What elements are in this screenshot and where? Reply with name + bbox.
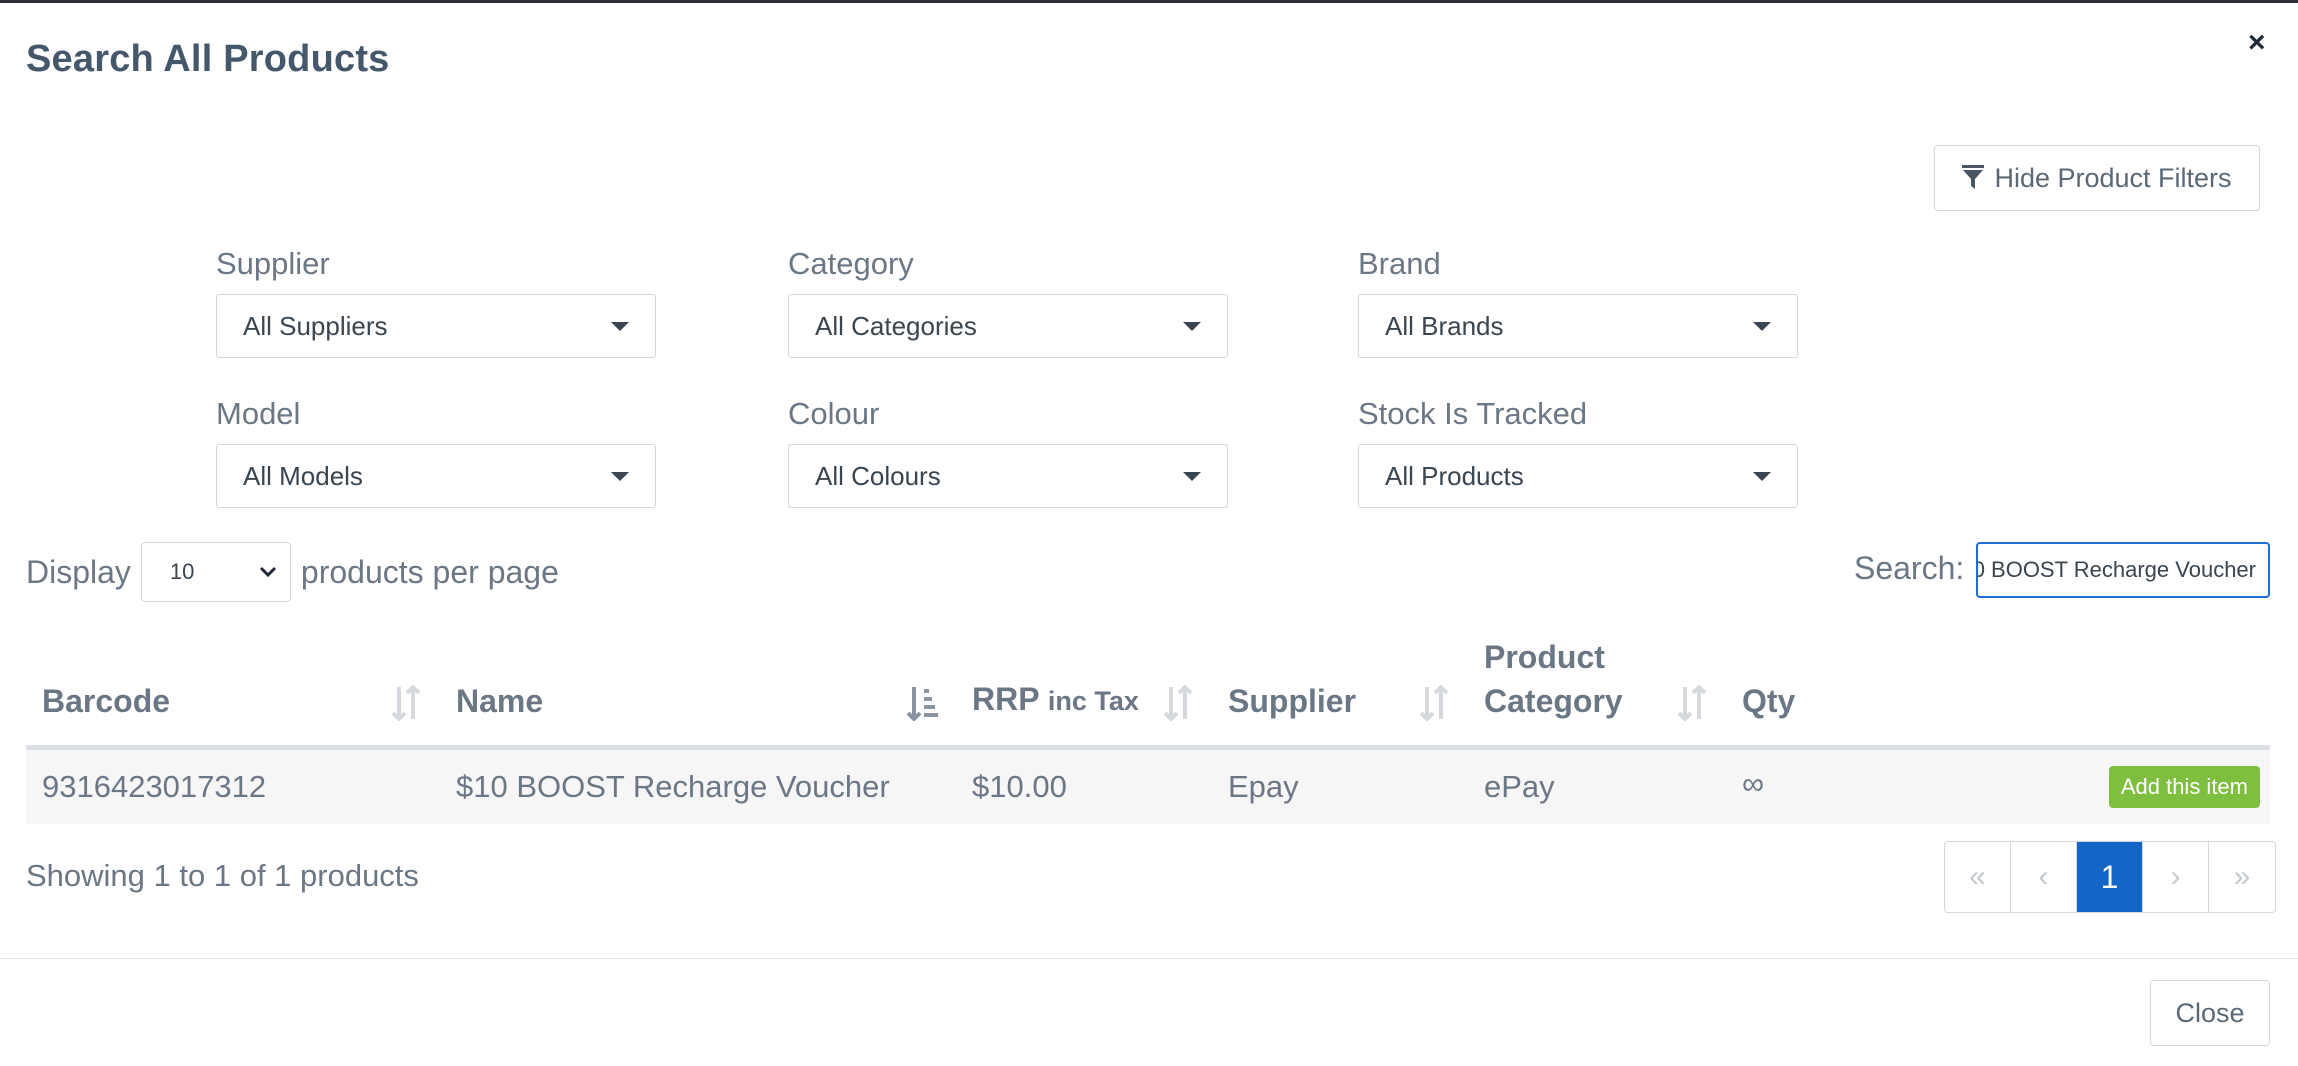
col-barcode[interactable]: Barcode bbox=[26, 635, 440, 750]
category-select[interactable]: All Categories bbox=[788, 294, 1228, 358]
colour-filter: Colour All Colours bbox=[788, 396, 1228, 508]
col-rrp-label: RRP bbox=[972, 681, 1039, 717]
col-category-line1: Product bbox=[1484, 639, 1605, 675]
col-barcode-label: Barcode bbox=[42, 683, 171, 719]
previous-page-button[interactable]: ‹ bbox=[2011, 842, 2077, 912]
category-value: All Categories bbox=[815, 310, 977, 341]
brand-filter: Brand All Brands bbox=[1358, 246, 1798, 358]
cell-category: ePay bbox=[1468, 747, 1726, 824]
search-input-value: $10 BOOST Recharge Voucher bbox=[1976, 557, 2256, 582]
sort-icon bbox=[1163, 685, 1193, 721]
colour-label: Colour bbox=[788, 396, 880, 431]
supplier-label: Supplier bbox=[216, 246, 330, 281]
search-label: Search: bbox=[1854, 550, 1965, 586]
display-prefix: Display bbox=[26, 553, 131, 590]
model-value: All Models bbox=[243, 460, 363, 491]
search-input[interactable]: $10 BOOST Recharge Voucher bbox=[1976, 542, 2270, 598]
stock-tracked-value: All Products bbox=[1385, 460, 1524, 491]
supplier-value: All Suppliers bbox=[243, 310, 388, 341]
model-label: Model bbox=[216, 396, 301, 431]
col-category-line2: Category bbox=[1484, 683, 1623, 719]
col-product-category[interactable]: Product Category bbox=[1468, 635, 1726, 750]
modal-title: Search All Products bbox=[26, 38, 390, 80]
display-suffix: products per page bbox=[300, 553, 559, 590]
col-qty: Qty bbox=[1726, 635, 2270, 750]
filter-icon bbox=[1962, 165, 1985, 189]
current-page-button[interactable]: 1 bbox=[2077, 842, 2143, 912]
table-header-row: Barcode Name RRP inc Tax Supplier Produc… bbox=[26, 635, 2270, 750]
sort-icon bbox=[1419, 685, 1449, 721]
brand-value: All Brands bbox=[1385, 310, 1504, 341]
stock-tracked-label: Stock Is Tracked bbox=[1358, 396, 1588, 431]
caret-down-icon bbox=[1753, 322, 1771, 331]
cell-qty: ∞ Add this item bbox=[1726, 747, 2270, 824]
cell-rrp: $10.00 bbox=[956, 747, 1212, 824]
col-supplier-label: Supplier bbox=[1228, 683, 1357, 719]
next-page-button[interactable]: › bbox=[2143, 842, 2209, 912]
hide-product-filters-label: Hide Product Filters bbox=[1994, 162, 2232, 193]
caret-down-icon bbox=[611, 322, 629, 331]
stock-tracked-select[interactable]: All Products bbox=[1358, 444, 1798, 508]
sort-ascending-icon bbox=[906, 687, 938, 721]
supplier-select[interactable]: All Suppliers bbox=[216, 294, 656, 358]
close-button[interactable]: Close bbox=[2150, 980, 2270, 1046]
colour-select[interactable]: All Colours bbox=[788, 444, 1228, 508]
caret-down-icon bbox=[1183, 472, 1201, 481]
col-name[interactable]: Name bbox=[440, 635, 956, 750]
sort-icon bbox=[391, 685, 421, 721]
col-rrp-sub-label: inc Tax bbox=[1047, 686, 1139, 716]
colour-value: All Colours bbox=[815, 460, 941, 491]
caret-down-icon bbox=[611, 472, 629, 481]
brand-label: Brand bbox=[1358, 246, 1441, 281]
footer-divider bbox=[0, 958, 2298, 959]
model-select[interactable]: All Models bbox=[216, 444, 656, 508]
add-this-item-button[interactable]: Add this item bbox=[2108, 765, 2260, 808]
col-qty-label: Qty bbox=[1742, 683, 1796, 719]
top-border bbox=[0, 0, 2298, 3]
sort-icon bbox=[1677, 685, 1707, 721]
col-name-label: Name bbox=[456, 683, 544, 719]
last-page-button[interactable]: » bbox=[2209, 842, 2275, 912]
first-page-button[interactable]: « bbox=[1945, 842, 2011, 912]
qty-value: ∞ bbox=[1742, 765, 1765, 801]
pagination: « ‹ 1 › » bbox=[1944, 841, 2276, 913]
per-page-value: 10 bbox=[169, 559, 195, 584]
hide-product-filters-button[interactable]: Hide Product Filters bbox=[1934, 145, 2260, 211]
cell-name: $10 BOOST Recharge Voucher bbox=[440, 747, 956, 824]
caret-down-icon bbox=[1183, 322, 1201, 331]
showing-info: Showing 1 to 1 of 1 products bbox=[26, 858, 419, 893]
col-supplier[interactable]: Supplier bbox=[1212, 635, 1468, 750]
brand-select[interactable]: All Brands bbox=[1358, 294, 1798, 358]
category-filter: Category All Categories bbox=[788, 246, 1228, 358]
cell-barcode: 9316423017312 bbox=[26, 747, 440, 824]
col-rrp[interactable]: RRP inc Tax bbox=[956, 635, 1212, 750]
per-page-select[interactable]: 10 bbox=[140, 542, 291, 602]
category-label: Category bbox=[788, 246, 914, 281]
products-table: Barcode Name RRP inc Tax Supplier Produc… bbox=[26, 635, 2270, 824]
stock-tracked-filter: Stock Is Tracked All Products bbox=[1358, 396, 1798, 508]
caret-down-icon bbox=[1753, 472, 1771, 481]
supplier-filter: Supplier All Suppliers bbox=[216, 246, 656, 358]
close-icon[interactable]: × bbox=[2248, 28, 2266, 58]
chevron-down-icon bbox=[259, 566, 276, 578]
cell-supplier: Epay bbox=[1212, 747, 1468, 824]
display-length-control: Display 10 products per page bbox=[26, 542, 559, 602]
table-row: 9316423017312 $10 BOOST Recharge Voucher… bbox=[26, 747, 2270, 824]
model-filter: Model All Models bbox=[216, 396, 656, 508]
